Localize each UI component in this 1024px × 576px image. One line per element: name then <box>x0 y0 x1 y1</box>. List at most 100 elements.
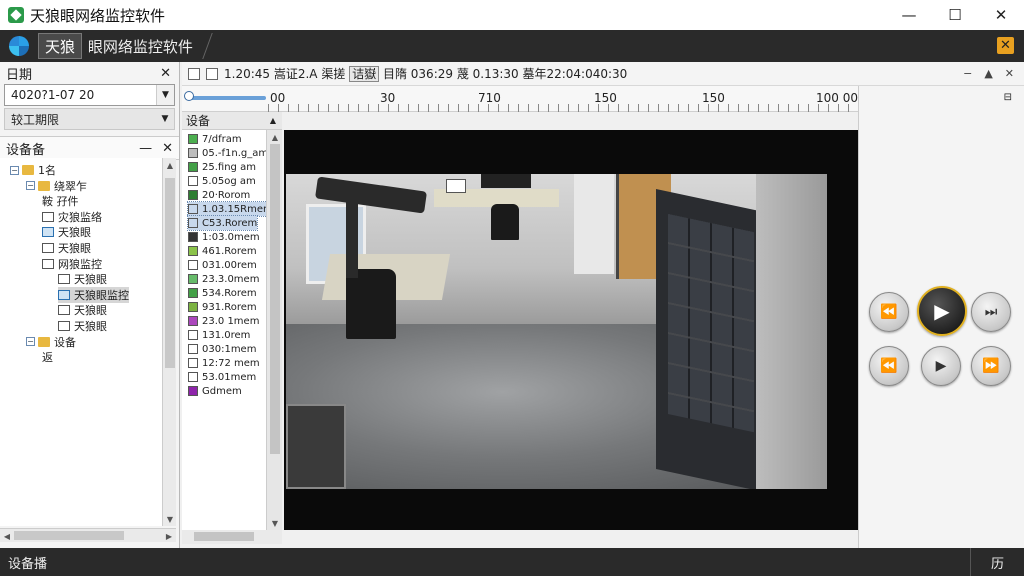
close-icon[interactable]: ✕ <box>1005 67 1014 80</box>
list-item[interactable]: 030:1mem <box>188 342 256 356</box>
list-item[interactable]: 931.Rorem <box>188 300 257 314</box>
tree-expander-icon[interactable]: − <box>10 165 19 175</box>
device-list-title: 设备 <box>186 114 211 128</box>
tree-item[interactable]: 天狼眼监控 <box>58 286 129 303</box>
tab-active[interactable]: 天狼 <box>38 33 83 59</box>
slider-handle[interactable] <box>184 91 194 101</box>
list-item-label: C53.Rorem <box>202 217 258 229</box>
tree-item[interactable]: − 1名 <box>10 162 56 178</box>
devices-minimize-icon[interactable]: — <box>139 141 152 156</box>
scroll-up-icon[interactable]: ▲ <box>267 130 283 144</box>
scroll-thumb[interactable] <box>270 144 280 454</box>
tree-item[interactable]: 天狼眼 <box>58 271 107 287</box>
devices-close-icon[interactable]: ✕ <box>162 141 173 156</box>
tree-item[interactable]: 天狼眼 <box>58 302 107 318</box>
tree-item[interactable]: 灾狼监络 <box>42 209 102 225</box>
scroll-up-icon[interactable]: ▲ <box>163 158 177 172</box>
next-frame-button[interactable]: ⏭ <box>971 292 1011 332</box>
scroll-thumb[interactable] <box>14 531 124 540</box>
tree-item-label: 天狼眼 <box>74 273 107 287</box>
tree-item[interactable]: 鞍 孖件 <box>42 193 79 209</box>
zoom-slider[interactable] <box>186 96 266 100</box>
tree-item[interactable]: − 绕翠乍 <box>26 178 87 194</box>
fast-forward-button[interactable]: ⏩ <box>971 346 1011 386</box>
date-input[interactable]: 4020?1-07 20 ▼ <box>4 84 175 106</box>
scroll-down-icon[interactable]: ▼ <box>267 516 283 530</box>
app-icon <box>8 7 24 23</box>
tree-expander-icon[interactable]: − <box>26 337 35 347</box>
status-square-icon <box>188 386 198 396</box>
list-item[interactable]: 131.0rem <box>188 328 250 342</box>
device-list-horizontal-scrollbar[interactable] <box>182 530 282 544</box>
list-item-label: 23.3.0mem <box>202 273 260 285</box>
device-tree[interactable]: −1名 − 绕翠乍鞍 孖件 灾狼监络 天狼眼 天狼眼 网狼监控 天狼眼 天狼眼监控 天狼眼 天狼眼 −… <box>0 158 162 526</box>
pin-icon[interactable]: ⊟ <box>1004 92 1012 103</box>
list-item[interactable]: 23.3.0mem <box>188 272 259 286</box>
tab-close-icon[interactable]: ✕ <box>997 37 1014 54</box>
chevron-down-icon[interactable]: ▼ <box>156 85 174 105</box>
list-item[interactable]: 534.Rorem <box>188 286 257 300</box>
tree-item[interactable]: 天狼眼 <box>42 240 91 256</box>
tree-item[interactable]: 天狼眼 <box>42 224 91 240</box>
maximize-button[interactable]: ☐ <box>932 0 978 30</box>
person-icon[interactable]: ▲ <box>984 67 992 80</box>
tree-vertical-scrollbar[interactable]: ▲ ▼ <box>162 158 176 526</box>
devices-label: 设备备 <box>6 142 46 158</box>
sort-up-icon[interactable]: ▲ <box>270 116 276 125</box>
tree-item[interactable]: 网狼监控 <box>42 256 102 272</box>
device-list-scrollbar[interactable]: ▲ ▼ <box>266 130 282 530</box>
scroll-thumb[interactable] <box>194 532 254 541</box>
status-right-button[interactable]: 历 <box>970 548 1024 576</box>
timeline-label: 100 00 <box>816 91 858 105</box>
list-item-label: 534.Rorem <box>202 287 257 299</box>
scroll-left-icon[interactable]: ◀ <box>0 529 14 543</box>
date-close-icon[interactable]: ✕ <box>160 66 171 81</box>
slow-button[interactable]: ⏪ <box>869 346 909 386</box>
list-item[interactable]: 23.0 1mem <box>188 314 259 328</box>
list-item[interactable]: 05.-f1n.g_am <box>188 146 268 160</box>
range-select[interactable]: 较工期限 ▼ <box>4 108 175 130</box>
list-item[interactable]: C53.Rorem <box>186 215 259 231</box>
list-item[interactable]: 1:03.0mem <box>188 230 260 244</box>
list-item[interactable]: 7/dfram <box>188 132 242 146</box>
tree-item[interactable]: − 设备 <box>26 334 76 350</box>
rewind-button[interactable]: ⏪ <box>869 292 909 332</box>
minimize-icon[interactable]: − <box>963 67 972 80</box>
tree-item[interactable]: 天狼眼 <box>58 318 107 334</box>
play-small-button[interactable]: ▶ <box>921 346 961 386</box>
list-item[interactable]: 25.fing am <box>188 160 256 174</box>
tree-horizontal-scrollbar[interactable]: ◀ ▶ <box>0 528 176 542</box>
list-item[interactable]: 20·Rorom <box>188 188 250 202</box>
scroll-down-icon[interactable]: ▼ <box>163 512 177 526</box>
page-icon[interactable] <box>188 67 200 80</box>
list-item[interactable]: 12:72 mem <box>188 356 260 370</box>
list-item[interactable]: 1.03.15Rmen <box>186 201 271 217</box>
status-square-icon <box>188 232 198 242</box>
status-square-icon <box>188 176 198 186</box>
list-item[interactable]: 461.Rorem <box>188 244 257 258</box>
tab-title[interactable]: 眼网络监控软件 <box>77 33 213 59</box>
list-item[interactable]: 031.00rem <box>188 258 257 272</box>
close-button[interactable]: ✕ <box>978 0 1024 30</box>
chevron-down-icon[interactable]: ▼ <box>156 109 174 129</box>
date-value: 4020?1-07 20 <box>11 88 95 102</box>
device-list[interactable]: 7/dfram 05.-f1n.g_am 25.fing am 5.05og am 20… <box>182 130 271 530</box>
tree-item[interactable]: 返 <box>42 349 53 365</box>
video-view[interactable] <box>284 130 858 530</box>
list-item[interactable]: 53.01mem <box>188 370 256 384</box>
playback-info-highlight[interactable]: 诘嶽 <box>349 66 380 82</box>
tree-expander-icon[interactable]: − <box>26 181 35 191</box>
play-button[interactable]: ▶ <box>917 286 967 336</box>
list-item[interactable]: Gdmem <box>188 384 242 398</box>
scroll-thumb[interactable] <box>165 178 175 368</box>
minimize-button[interactable]: — <box>886 0 932 30</box>
list-item[interactable]: 5.05og am <box>188 174 256 188</box>
status-square-icon <box>188 204 198 214</box>
save-icon[interactable] <box>206 67 218 80</box>
camera-icon <box>58 289 70 300</box>
scroll-right-icon[interactable]: ▶ <box>162 529 176 543</box>
list-item-label: 931.Rorem <box>202 301 257 313</box>
playback-info-suffix: 目隋 036:29 蔑 0.13:30 墓年22:04:040:30 <box>379 67 628 81</box>
devices-header: 设备备 — ✕ <box>0 136 179 160</box>
timeline-ruler[interactable]: 00 30 710 150 150 100 00 <box>182 86 858 112</box>
